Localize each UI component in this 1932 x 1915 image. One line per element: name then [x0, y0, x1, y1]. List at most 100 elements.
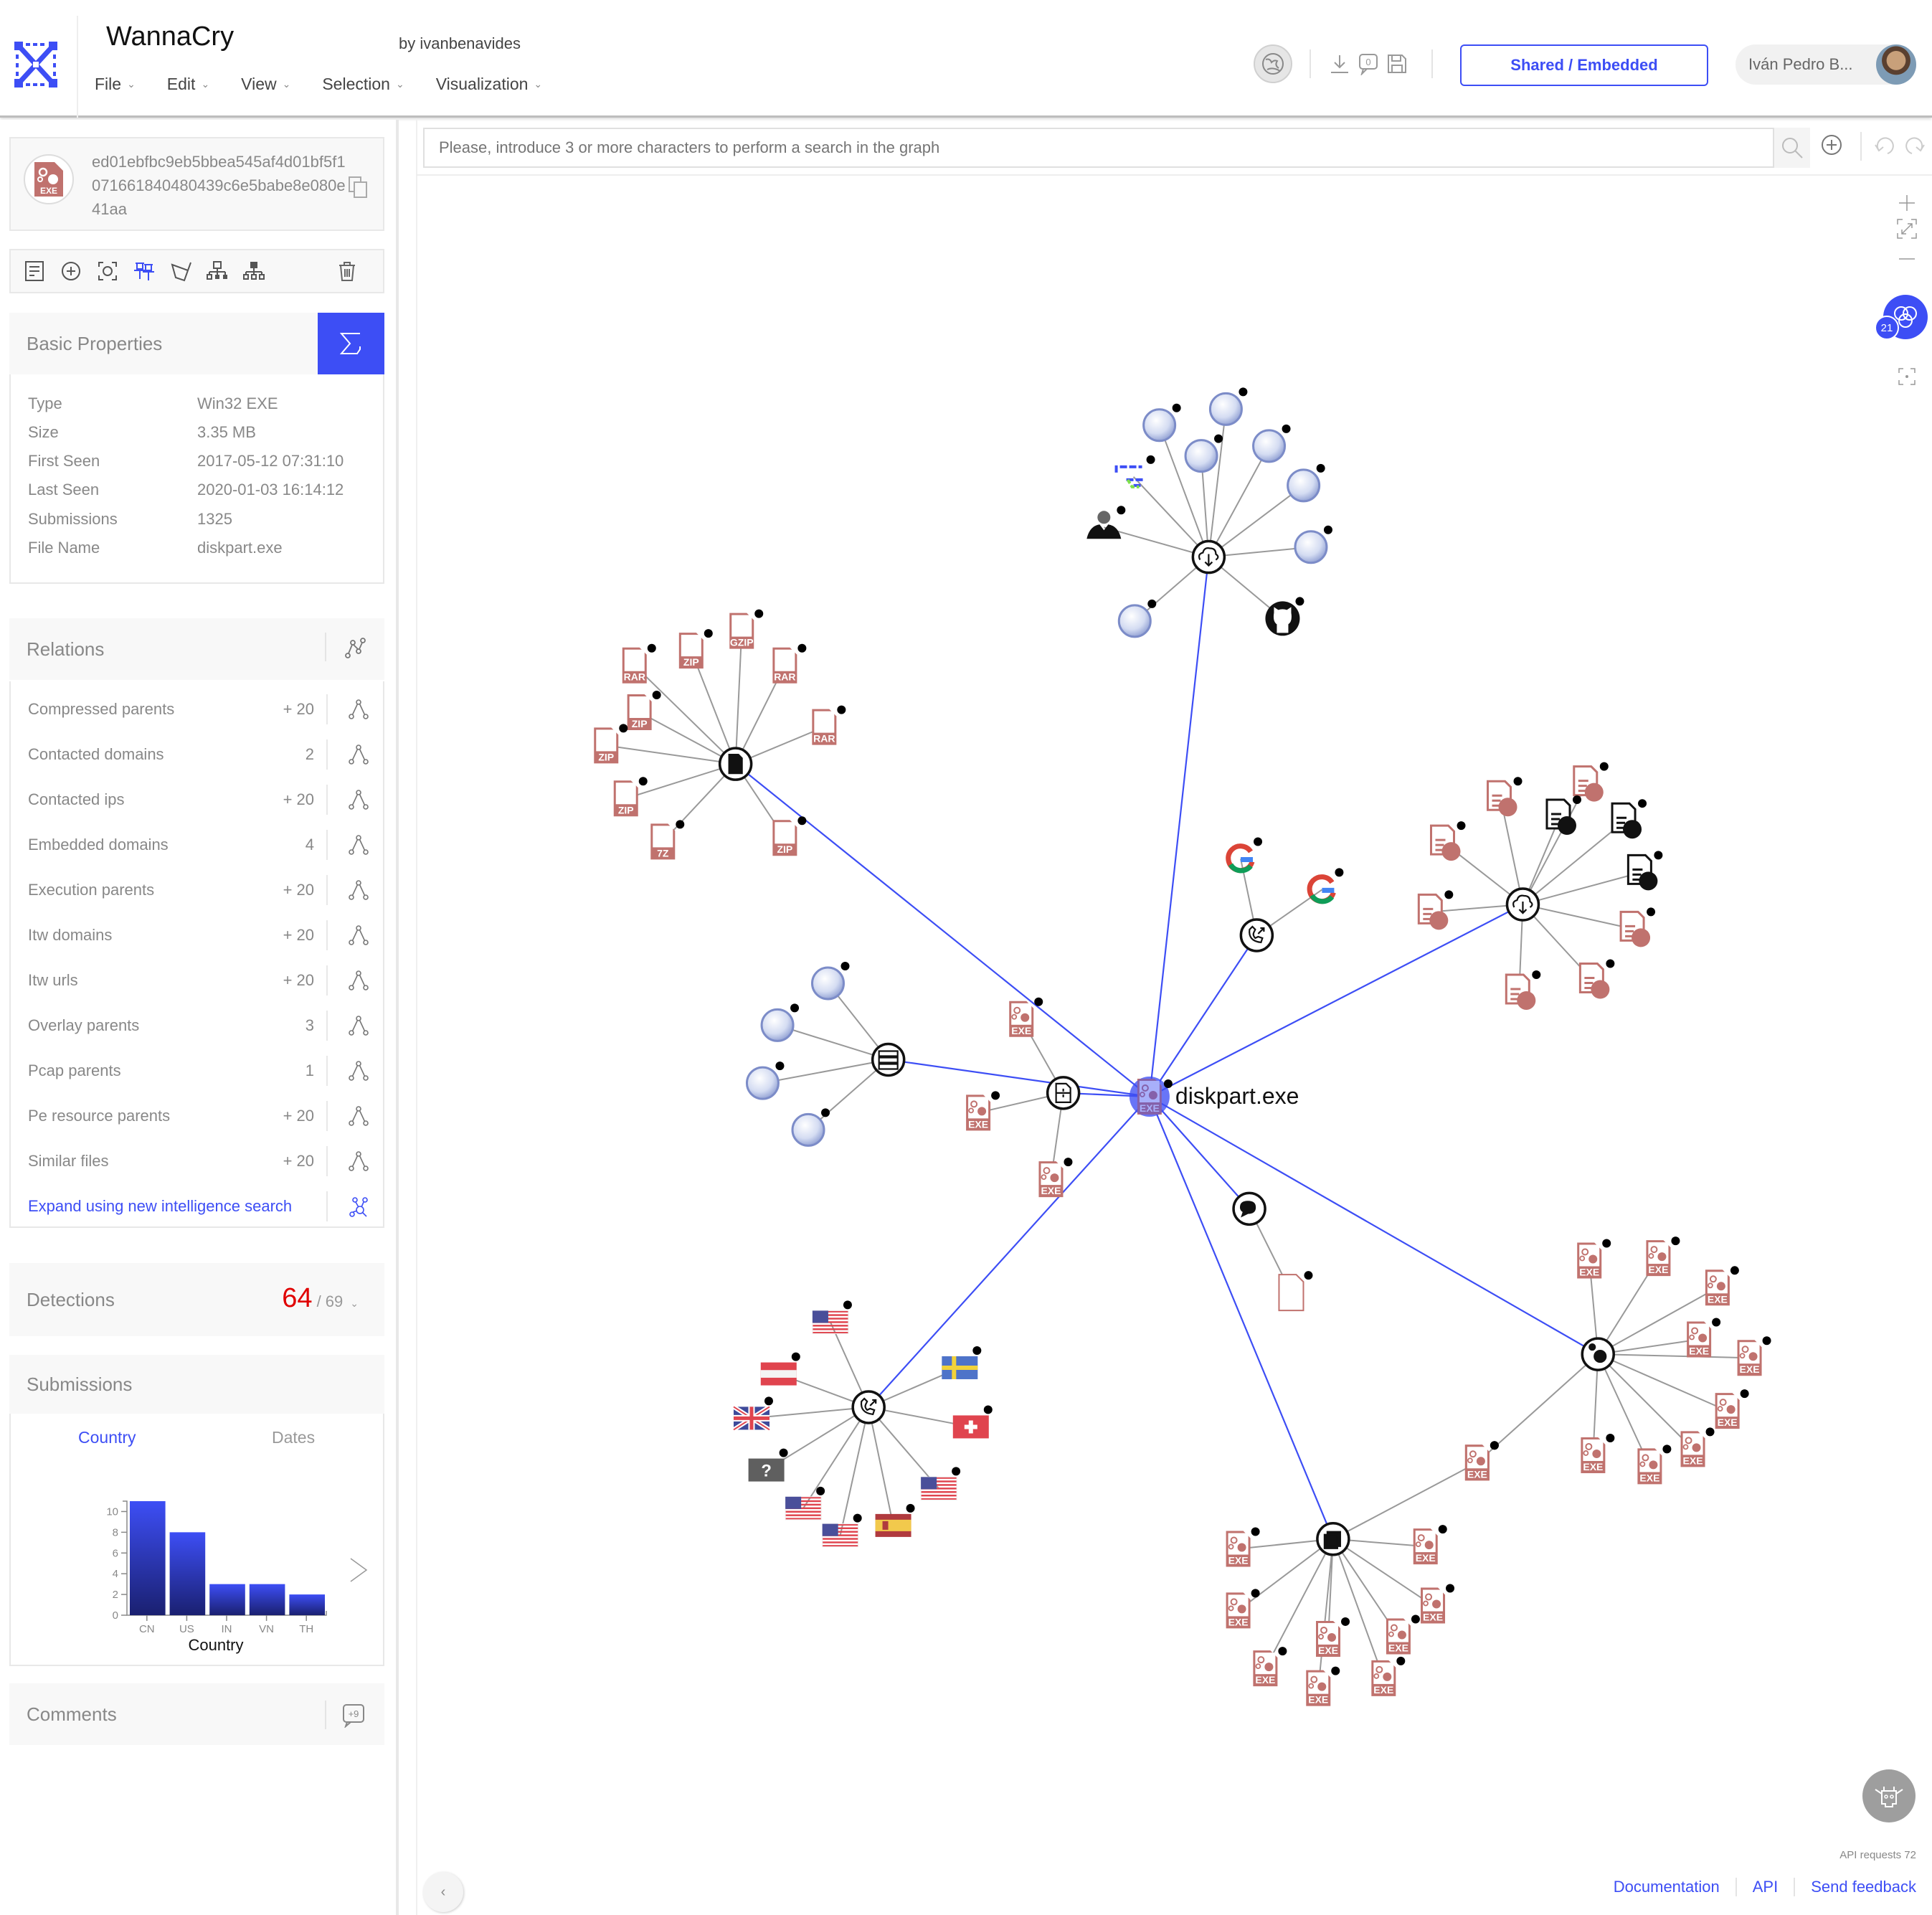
- relation-row[interactable]: Execution parents + 20: [11, 868, 384, 913]
- graph-node-blank[interactable]: [1278, 1271, 1313, 1312]
- graph-node-person[interactable]: [1086, 506, 1126, 539]
- graph-node-github[interactable]: [1265, 597, 1304, 636]
- pin-nodes-button[interactable]: [132, 259, 156, 283]
- relation-row[interactable]: Pcap parents 1: [11, 1049, 384, 1094]
- relation-row[interactable]: Overlay parents 3: [11, 1003, 384, 1049]
- documentation-link[interactable]: Documentation: [1614, 1878, 1720, 1896]
- expand-dot[interactable]: [816, 1486, 825, 1495]
- graph-node-gb[interactable]: [732, 1396, 773, 1432]
- graph-node-globe[interactable]: [1294, 525, 1332, 564]
- expand-dot[interactable]: [764, 1396, 773, 1406]
- graph-node-exe[interactable]: EXE: [1253, 1647, 1287, 1687]
- graph-node-globe[interactable]: [1184, 434, 1223, 473]
- expand-dot[interactable]: [1662, 1444, 1672, 1454]
- expand-dot[interactable]: [1163, 1079, 1173, 1089]
- copy-icon[interactable]: [348, 176, 368, 199]
- graph-node-exe[interactable]: EXE: [966, 1091, 1000, 1131]
- expand-dot[interactable]: [1654, 851, 1663, 860]
- graph-node-us[interactable]: [785, 1486, 825, 1521]
- delete-node-button[interactable]: [335, 259, 359, 283]
- graph-node-gzip[interactable]: GZIP: [729, 609, 764, 649]
- details-button[interactable]: [22, 259, 47, 283]
- user-menu[interactable]: Iván Pedro B...: [1736, 44, 1916, 85]
- graph-node-rar[interactable]: RAR: [812, 705, 846, 745]
- relation-edge-compressed[interactable]: [734, 763, 1150, 1097]
- graph-node-us[interactable]: [812, 1300, 852, 1334]
- graph-node-globe[interactable]: [1252, 424, 1291, 463]
- graph-node-globe[interactable]: [1142, 403, 1181, 443]
- expand-dot[interactable]: [1323, 525, 1332, 534]
- summary-button[interactable]: [318, 313, 384, 374]
- graph-node-globe[interactable]: [810, 961, 850, 1001]
- expand-dot[interactable]: [775, 1061, 785, 1071]
- graph-node-at[interactable]: [760, 1352, 800, 1386]
- add-node-button[interactable]: [1820, 133, 1843, 156]
- expand-dot[interactable]: [797, 643, 807, 653]
- expand-dot[interactable]: [1146, 455, 1155, 464]
- graph-node-globe[interactable]: [791, 1108, 830, 1147]
- graph-node-doc-black[interactable]: [1626, 851, 1663, 891]
- menu-file[interactable]: File ⌄: [95, 75, 136, 94]
- basic-properties-header[interactable]: Basic Properties: [9, 313, 384, 374]
- add-comment-icon[interactable]: +9: [341, 1703, 366, 1728]
- graph-node-globe[interactable]: [1208, 387, 1248, 426]
- expand-relation-icon[interactable]: [348, 1015, 369, 1041]
- graph-node-exe[interactable]: EXE: [1687, 1318, 1721, 1358]
- graph-node-exe[interactable]: EXE: [1371, 1656, 1406, 1696]
- expand-dot[interactable]: [647, 643, 656, 653]
- expand-dot[interactable]: [1304, 1271, 1313, 1280]
- graph-node-doc[interactable]: [1505, 970, 1541, 1010]
- hub-node-contacted-ips[interactable]: [851, 1390, 886, 1424]
- menu-view[interactable]: View ⌄: [241, 75, 290, 94]
- intelligence-graph-icon[interactable]: [348, 1196, 369, 1223]
- expand-dot[interactable]: [1762, 1336, 1771, 1346]
- expand-dot[interactable]: [991, 1091, 1000, 1100]
- graph-node-doc[interactable]: [1619, 907, 1656, 947]
- expand-dot[interactable]: [1457, 821, 1466, 831]
- expand-dot[interactable]: [638, 777, 648, 786]
- relation-row[interactable]: Pe resource parents + 20: [11, 1094, 384, 1139]
- graph-node-exe[interactable]: EXE: [1705, 1266, 1739, 1306]
- graph-node-doc[interactable]: [1573, 762, 1609, 802]
- graph-node-unknown[interactable]: ?: [748, 1448, 788, 1482]
- expand-dot[interactable]: [791, 1352, 800, 1361]
- relation-row[interactable]: Compressed parents + 20: [11, 687, 384, 732]
- select-children-button[interactable]: [205, 259, 229, 283]
- graph-node-globe[interactable]: [1287, 463, 1325, 503]
- focus-node-button[interactable]: [95, 259, 120, 283]
- graph-node-doc-black[interactable]: [1611, 799, 1647, 839]
- chart-bar-US[interactable]: [169, 1532, 206, 1615]
- shared-embedded-button[interactable]: Shared / Embedded: [1460, 44, 1708, 86]
- fit-to-screen-icon[interactable]: [1896, 218, 1918, 240]
- graph-node-doc-black[interactable]: [1545, 795, 1581, 836]
- expand-dot[interactable]: [797, 816, 807, 826]
- redo-icon[interactable]: [1902, 135, 1926, 156]
- search-button[interactable]: [1774, 128, 1810, 168]
- expand-dot[interactable]: [1602, 1239, 1611, 1248]
- expand-dot[interactable]: [1316, 463, 1325, 473]
- graph-node-exe[interactable]: EXE: [1581, 1433, 1615, 1473]
- expand-dot[interactable]: [1254, 837, 1263, 846]
- graph-node-exe[interactable]: EXE: [1306, 1666, 1340, 1706]
- chart-bar-VN[interactable]: [249, 1584, 285, 1615]
- graph-node-globe[interactable]: [760, 1003, 800, 1042]
- chart-bar-CN[interactable]: [130, 1501, 166, 1615]
- graph-node-globe[interactable]: [745, 1061, 785, 1100]
- expand-dot[interactable]: [1295, 597, 1304, 606]
- comments-button[interactable]: 0: [1357, 52, 1380, 75]
- relation-edge-contacted-domains[interactable]: [1148, 935, 1258, 1097]
- expand-dot[interactable]: [1705, 1427, 1715, 1437]
- expand-relation-icon[interactable]: [348, 925, 369, 950]
- expand-dot[interactable]: [1034, 997, 1043, 1006]
- expand-dot[interactable]: [983, 1405, 993, 1414]
- expand-dot[interactable]: [1282, 424, 1291, 433]
- graph-node-exe[interactable]: EXE: [1577, 1239, 1611, 1279]
- menu-edit[interactable]: Edit ⌄: [167, 75, 209, 94]
- graph-node-exe[interactable]: EXE: [1737, 1336, 1771, 1376]
- hub-node-pe-resource-parents[interactable]: [1316, 1522, 1350, 1556]
- relation-edge-embedded-urls[interactable]: [1149, 904, 1523, 1097]
- chevron-right-icon[interactable]: [348, 1556, 369, 1584]
- graph-node-globe[interactable]: [1117, 599, 1157, 638]
- graph-node-exe[interactable]: EXE: [1316, 1617, 1350, 1657]
- relation-edge-pe-resource-parents[interactable]: [1148, 1096, 1334, 1540]
